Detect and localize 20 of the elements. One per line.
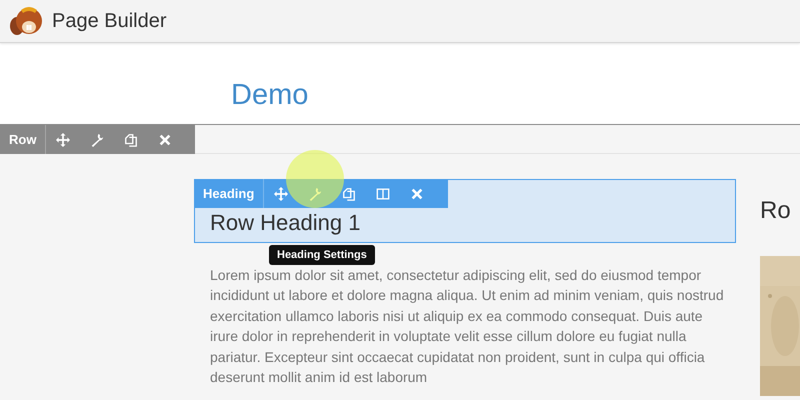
tooltip: Heading Settings bbox=[269, 245, 375, 265]
close-icon[interactable] bbox=[158, 132, 172, 146]
row-label: Row bbox=[0, 125, 46, 154]
paragraph: Lorem ipsum dolor sit amet, consectetur adipiscing elit, sed do eiusmod tempor incididunt ut labore et dolore magna aliqua. Ut enim ad minim veniam, quis nostrud exercitation ullamco laboris nisi ut aliquip ex ea commodo consequat. Duis aute irure dolor in reprehenderit in voluptate velit esse cillum dolore eu fugiat nulla pariatur. Excepteur sint occaecat cupidatat non proident, sunt in culpa qui officia deserunt mollit anim id est laborum bbox=[210, 266, 725, 388]
app-title: Page Builder bbox=[52, 10, 167, 32]
columns-icon[interactable] bbox=[376, 186, 390, 200]
close-icon[interactable] bbox=[410, 186, 424, 200]
page-title: Demo bbox=[231, 79, 310, 112]
column-heading: Ro bbox=[760, 197, 792, 225]
wrench-icon[interactable] bbox=[90, 132, 104, 146]
heading-module[interactable]: Heading Row Heading 1 bbox=[194, 179, 736, 243]
module-heading: Row Heading 1 bbox=[210, 210, 362, 236]
wrench-icon[interactable] bbox=[308, 186, 322, 200]
heading-label: Heading bbox=[194, 179, 264, 208]
cursor-highlight bbox=[286, 150, 344, 208]
duplicate-icon[interactable] bbox=[124, 132, 138, 146]
duplicate-icon[interactable] bbox=[342, 186, 356, 200]
beaver-logo-icon bbox=[9, 4, 45, 38]
move-icon[interactable] bbox=[56, 132, 70, 146]
move-icon[interactable] bbox=[274, 186, 288, 200]
